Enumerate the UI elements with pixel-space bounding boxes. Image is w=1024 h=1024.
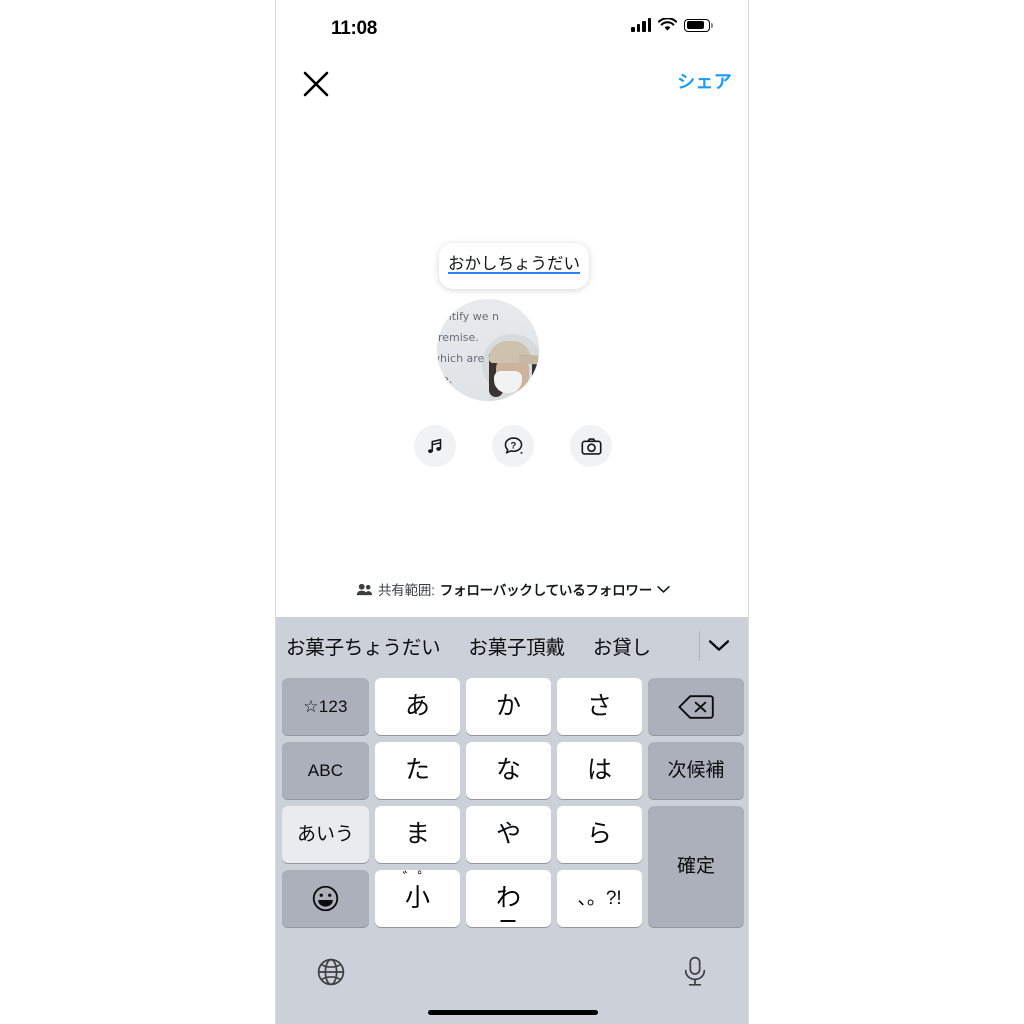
key-confirm[interactable]: 確定 [648, 806, 744, 927]
camera-icon [580, 437, 602, 455]
emoji-icon [312, 885, 339, 912]
status-time: 11:08 [331, 18, 378, 39]
nav-bar: シェア [276, 58, 748, 110]
keyboard-bottom-bar [276, 936, 748, 1024]
key-ma[interactable]: ま [375, 806, 460, 863]
microphone-icon [684, 956, 706, 986]
key-a[interactable]: あ [375, 678, 460, 735]
wifi-icon [658, 18, 677, 31]
key-na[interactable]: な [466, 742, 551, 799]
suggestion-item-1[interactable]: お菓子ちょうだい [276, 631, 454, 660]
key-grid: ☆123 あ か さ ABC た な は 次候補 あいう ま や ら 確定 ゛゜… [276, 674, 748, 936]
key-wa[interactable]: わ [466, 870, 551, 927]
key-ta[interactable]: た [375, 742, 460, 799]
suggestion-item-3[interactable]: お貸し [579, 631, 665, 660]
svg-text:?: ? [510, 440, 516, 451]
text-sticker-text: おかしちょうだい [448, 255, 580, 273]
chevron-down-icon [657, 585, 670, 593]
komoji-label: ゛゜ 小 [402, 870, 433, 912]
cellular-signal-icon [631, 18, 651, 32]
key-ka[interactable]: か [466, 678, 551, 735]
share-button[interactable]: シェア [677, 68, 732, 94]
keyboard: お菓子ちょうだい お菓子頂戴 お貸し ☆123 あ か さ ABC た な は … [276, 617, 748, 1024]
key-aiu[interactable]: あいう [282, 806, 369, 863]
key-ra[interactable]: ら [557, 806, 642, 863]
status-bar: 11:08 [276, 0, 748, 54]
key-delete[interactable] [648, 678, 744, 735]
key-ha[interactable]: は [557, 742, 642, 799]
status-bar-icons [631, 18, 713, 32]
question-sticker-icon: ? [504, 436, 522, 454]
key-ya[interactable]: や [466, 806, 551, 863]
close-icon [303, 71, 329, 97]
avatar-person [487, 335, 539, 401]
microphone-button[interactable] [673, 950, 717, 994]
screenshot-canvas: 11:08 シェア dentify we n remise. which are… [0, 0, 1024, 1024]
key-emoji[interactable] [282, 870, 369, 927]
key-punctuation[interactable]: 、。?! [557, 870, 642, 927]
music-button[interactable] [414, 425, 456, 467]
audience-selector[interactable]: 共有範囲: フォローバックしているフォロワー [276, 579, 748, 599]
key-sa[interactable]: さ [557, 678, 642, 735]
suggestion-item-2[interactable]: お菓子頂戴 [454, 631, 579, 660]
audience-label: 共有範囲: [377, 583, 435, 598]
close-button[interactable] [296, 64, 336, 104]
people-icon [356, 583, 373, 595]
underscore-mark [500, 920, 516, 922]
key-abc[interactable]: ABC [282, 742, 369, 799]
delete-icon [678, 694, 714, 719]
sticker-tool-row: ? [276, 425, 748, 467]
suggestion-expand-button[interactable] [698, 617, 740, 674]
music-icon [428, 438, 442, 454]
question-sticker-button[interactable]: ? [492, 425, 534, 467]
globe-button[interactable] [309, 950, 353, 994]
globe-icon [317, 958, 345, 986]
audience-value: フォローバックしているフォロワー [439, 583, 653, 598]
suggestion-bar: お菓子ちょうだい お菓子頂戴 お貸し [276, 617, 748, 674]
key-komoji[interactable]: ゛゜ 小 [375, 870, 460, 927]
camera-button[interactable] [570, 425, 612, 467]
key-num[interactable]: ☆123 [282, 678, 369, 735]
chevron-down-icon [708, 640, 730, 651]
text-sticker[interactable]: おかしちょうだい [439, 243, 589, 289]
wa-label: わ [496, 886, 521, 922]
phone-screen: 11:08 シェア dentify we n remise. which are… [275, 0, 749, 1024]
home-indicator [428, 1010, 598, 1015]
key-next-candidate[interactable]: 次候補 [648, 742, 744, 799]
story-composer-canvas[interactable]: dentify we n premise. which are inspi at… [276, 110, 748, 617]
avatar[interactable]: dentify we n premise. which are inspi at… [437, 299, 539, 401]
battery-icon [684, 18, 713, 32]
